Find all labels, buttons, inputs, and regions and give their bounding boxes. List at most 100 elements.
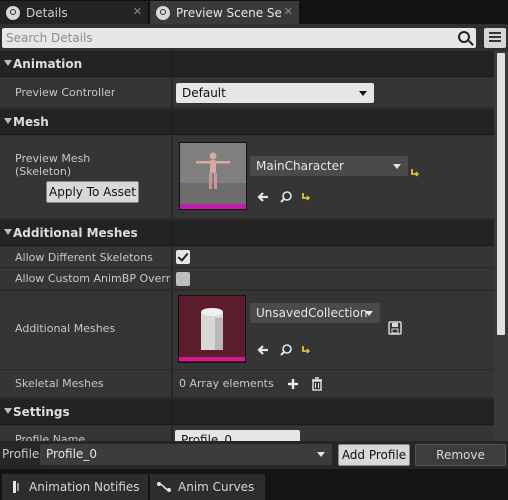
search-icon[interactable] — [458, 31, 470, 43]
close-icon[interactable]: ✕ — [133, 5, 142, 18]
use-selected-asset-icon[interactable] — [256, 190, 270, 204]
delete-icon[interactable] — [310, 377, 324, 391]
column-divider — [171, 136, 173, 218]
add-profile-button[interactable]: Add Profile — [338, 444, 410, 466]
collapse-arrow-icon[interactable] — [4, 60, 12, 66]
column-divider — [171, 370, 173, 397]
search-input[interactable] — [2, 28, 442, 48]
details-icon — [6, 5, 20, 20]
column-divider — [171, 268, 173, 289]
list-icon-line — [489, 40, 501, 42]
tab-anim-curves[interactable]: Anim Curves — [150, 474, 265, 500]
property-label: Skeletal Meshes — [15, 377, 104, 390]
tab-label: Animation Notifies — [29, 480, 140, 494]
mesh-thumbnail[interactable] — [179, 142, 247, 210]
use-selected-asset-icon[interactable] — [256, 343, 270, 357]
collapse-arrow-icon[interactable] — [4, 118, 12, 124]
field-value: Profile_0 — [181, 433, 232, 441]
browse-asset-icon[interactable] — [279, 343, 293, 357]
chevron-down-icon — [393, 164, 401, 169]
character-thumbnail-icon — [180, 143, 246, 209]
details-scrollbar[interactable] — [494, 51, 508, 441]
tab-label: Anim Curves — [178, 480, 255, 494]
category-label: Settings — [13, 405, 70, 419]
preview-controller-dropdown[interactable]: Default — [176, 83, 374, 103]
save-icon[interactable] — [388, 321, 402, 335]
property-label-line1: Preview Mesh — [15, 152, 91, 165]
row-skeletal-meshes: Skeletal Meshes 0 Array elements — [0, 370, 494, 398]
row-profile-name: Profile Name Profile_0 — [0, 426, 494, 441]
row-preview-mesh: Preview Mesh (Skeleton) Apply To Asset M… — [0, 136, 494, 219]
category-label: Additional Meshes — [13, 226, 138, 240]
column-divider — [171, 247, 173, 267]
chevron-down-icon — [317, 452, 325, 457]
column-divider — [171, 291, 173, 369]
row-allow-custom-animbp: Allow Custom AnimBP Override — [0, 268, 494, 290]
reset-arrow-icon[interactable] — [299, 190, 313, 204]
chevron-down-icon — [365, 311, 373, 316]
list-icon-line — [489, 36, 501, 38]
column-divider — [171, 426, 173, 441]
apply-to-asset-button[interactable]: Apply To Asset — [46, 181, 139, 203]
remove-profile-button[interactable]: Remove Profile — [415, 444, 506, 482]
add-element-icon[interactable] — [286, 377, 300, 391]
column-divider — [171, 78, 173, 107]
bottom-tab-bar: Animation Notifies Anim Curves — [0, 469, 508, 500]
property-label-line2: (Skeleton) — [15, 165, 72, 178]
category-settings[interactable]: Settings — [0, 399, 494, 425]
list-icon — [489, 32, 501, 34]
tab-details[interactable]: Details ✕ — [0, 1, 148, 24]
property-label: Preview Controller — [15, 86, 116, 99]
tab-preview-scene-settings[interactable]: Preview Scene Sett ✕ — [150, 1, 299, 24]
category-mesh[interactable]: Mesh — [0, 109, 494, 135]
property-label: Additional Meshes — [15, 322, 116, 335]
browse-asset-icon[interactable] — [279, 190, 293, 204]
profile-dropdown[interactable]: Profile_0 — [40, 444, 332, 465]
profile-label: Profile — [2, 447, 40, 461]
collection-thumbnail[interactable] — [178, 295, 246, 363]
reset-arrow-icon[interactable] — [408, 166, 422, 180]
array-count: 0 Array elements — [179, 377, 274, 390]
close-icon[interactable]: ✕ — [284, 5, 293, 18]
allow-custom-animbp-checkbox[interactable] — [176, 272, 190, 286]
view-options-button[interactable] — [484, 28, 506, 48]
curves-icon — [157, 482, 171, 492]
category-label: Animation — [13, 57, 83, 71]
property-label: Profile Name — [15, 433, 86, 441]
allow-different-skeletons-checkbox[interactable] — [176, 250, 190, 264]
collapse-arrow-icon[interactable] — [4, 408, 12, 414]
preview-mesh-dropdown[interactable]: MainCharacter — [250, 156, 408, 176]
column-divider — [171, 399, 172, 425]
dropdown-value: Default — [182, 86, 226, 100]
profile-name-field[interactable]: Profile_0 — [175, 430, 300, 441]
dropdown-value: MainCharacter — [256, 159, 344, 173]
additional-meshes-dropdown[interactable]: UnsavedCollection — [250, 303, 380, 323]
row-allow-different-skeletons: Allow Different Skeletons — [0, 247, 494, 268]
category-label: Mesh — [13, 115, 49, 129]
top-tab-bar: Details ✕ Preview Scene Sett ✕ — [0, 0, 508, 24]
collection-icon — [179, 296, 245, 362]
category-additional-meshes[interactable]: Additional Meshes — [0, 220, 494, 246]
tab-preview-scene-label: Preview Scene Sett — [176, 5, 281, 20]
notify-icon — [13, 481, 19, 493]
row-preview-controller: Preview Controller Default — [0, 78, 494, 108]
row-additional-meshes: Additional Meshes UnsavedCollection — [0, 291, 494, 370]
property-label: Allow Different Skeletons — [15, 251, 153, 264]
column-divider — [171, 51, 172, 77]
search-box — [2, 28, 476, 48]
scrollbar-thumb[interactable] — [497, 53, 505, 335]
collapse-arrow-icon[interactable] — [4, 229, 12, 235]
details-icon — [156, 5, 170, 20]
column-divider — [171, 109, 172, 135]
chevron-down-icon — [359, 91, 367, 96]
dropdown-value: UnsavedCollection — [256, 306, 368, 320]
search-row — [0, 24, 508, 51]
property-label: Allow Custom AnimBP Override — [15, 272, 171, 285]
details-panel: Animation Preview Controller Default Mes… — [0, 51, 494, 441]
reset-arrow-icon[interactable] — [299, 343, 313, 357]
profile-bar: Profile Profile_0 Add Profile Remove Pro… — [0, 441, 508, 482]
tab-animation-notifies[interactable]: Animation Notifies — [2, 474, 148, 500]
dropdown-value: Profile_0 — [46, 447, 97, 461]
category-animation[interactable]: Animation — [0, 51, 494, 77]
column-divider — [171, 220, 172, 246]
